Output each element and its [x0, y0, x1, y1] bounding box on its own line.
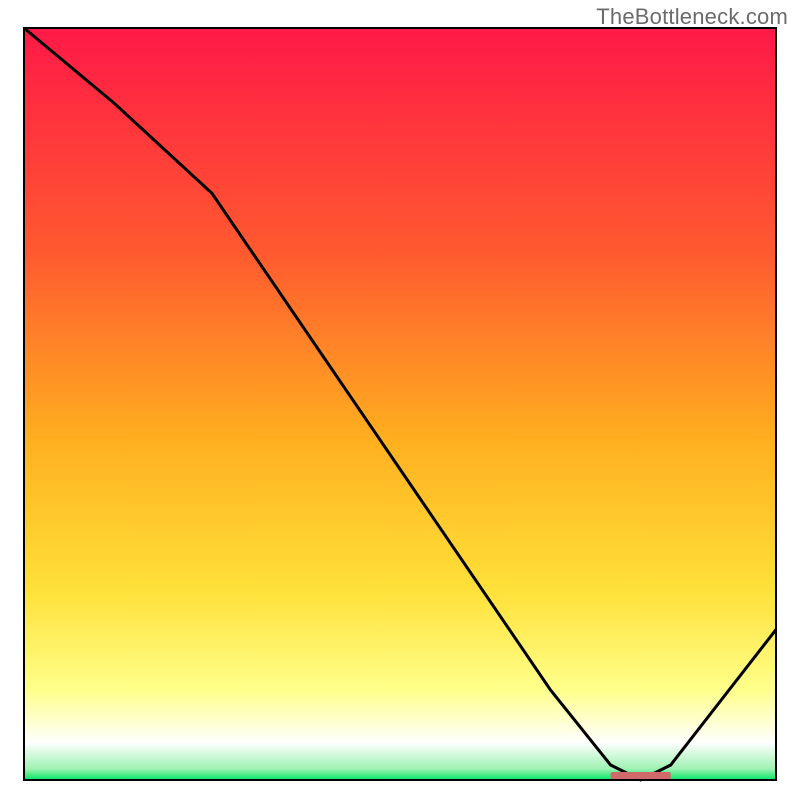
- plot-area: [24, 28, 776, 780]
- chart-svg: [0, 0, 800, 800]
- chart-container: TheBottleneck.com: [0, 0, 800, 800]
- plot-background: [24, 28, 776, 780]
- watermark-text: TheBottleneck.com: [596, 4, 788, 30]
- optimal-range-marker: [611, 772, 671, 780]
